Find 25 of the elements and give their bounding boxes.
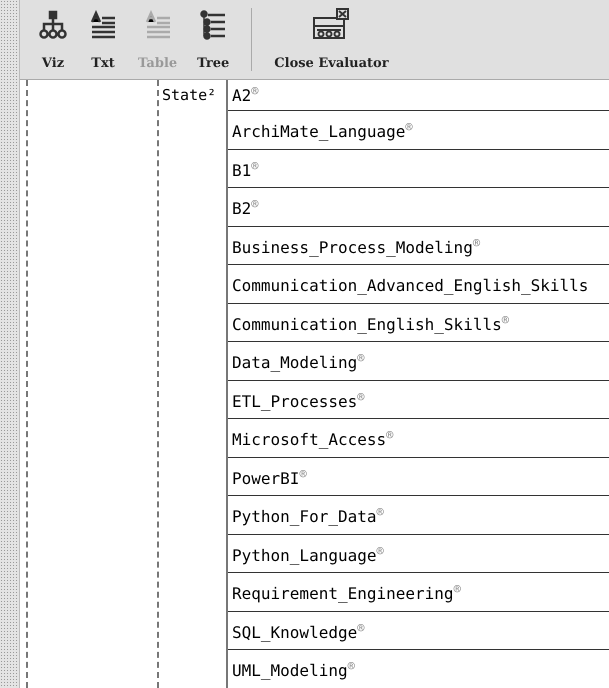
toolbar-button[interactable]: Tree (187, 0, 240, 79)
table-cell: SQL_Knowledge$^{®}$ (232, 622, 364, 642)
panel-grip[interactable] (0, 0, 20, 688)
table-cell: B1$^{®}$ (232, 160, 258, 180)
table-cell: Data_Modeling$^{®}$ (232, 353, 364, 372)
table-cell: PowerBI$^{®}$ (232, 468, 307, 488)
evaluator-close-icon (311, 8, 352, 40)
table-cell: Microsoft_Access$^{®}$ (232, 430, 394, 449)
toolbar-button[interactable]: Viz (28, 0, 78, 79)
text-lines-icon (88, 10, 118, 40)
table-cell: State² (162, 86, 216, 104)
table-cell: ArchiMate_Language$^{®}$ (232, 122, 413, 141)
table-cell: Requirement_Engineering$^{®}$ (232, 584, 461, 603)
table-cell: ETL_Processes$^{®}$ (232, 392, 364, 410)
toolbar-button[interactable]: Close Evaluator (264, 0, 399, 79)
hierarchy-icon (38, 10, 68, 40)
table-cell: B2$^{®}$ (232, 199, 258, 218)
table-cell: Communication_Advanced_English_Skills (232, 276, 588, 295)
table-cell: A2$^{®}$ (232, 86, 258, 105)
table-cell: UML_Modeling$^{®}$ (232, 661, 355, 680)
toolbar-button[interactable]: Txt (78, 0, 128, 79)
table-cell: Business_Process_Modeling$^{®}$ (232, 238, 480, 256)
table-cell: Python_For_Data$^{®}$ (232, 507, 384, 526)
table-cell: Python_Language$^{®}$ (232, 546, 384, 564)
table-cell: Communication_English_Skills$^{®}$ (232, 314, 509, 334)
